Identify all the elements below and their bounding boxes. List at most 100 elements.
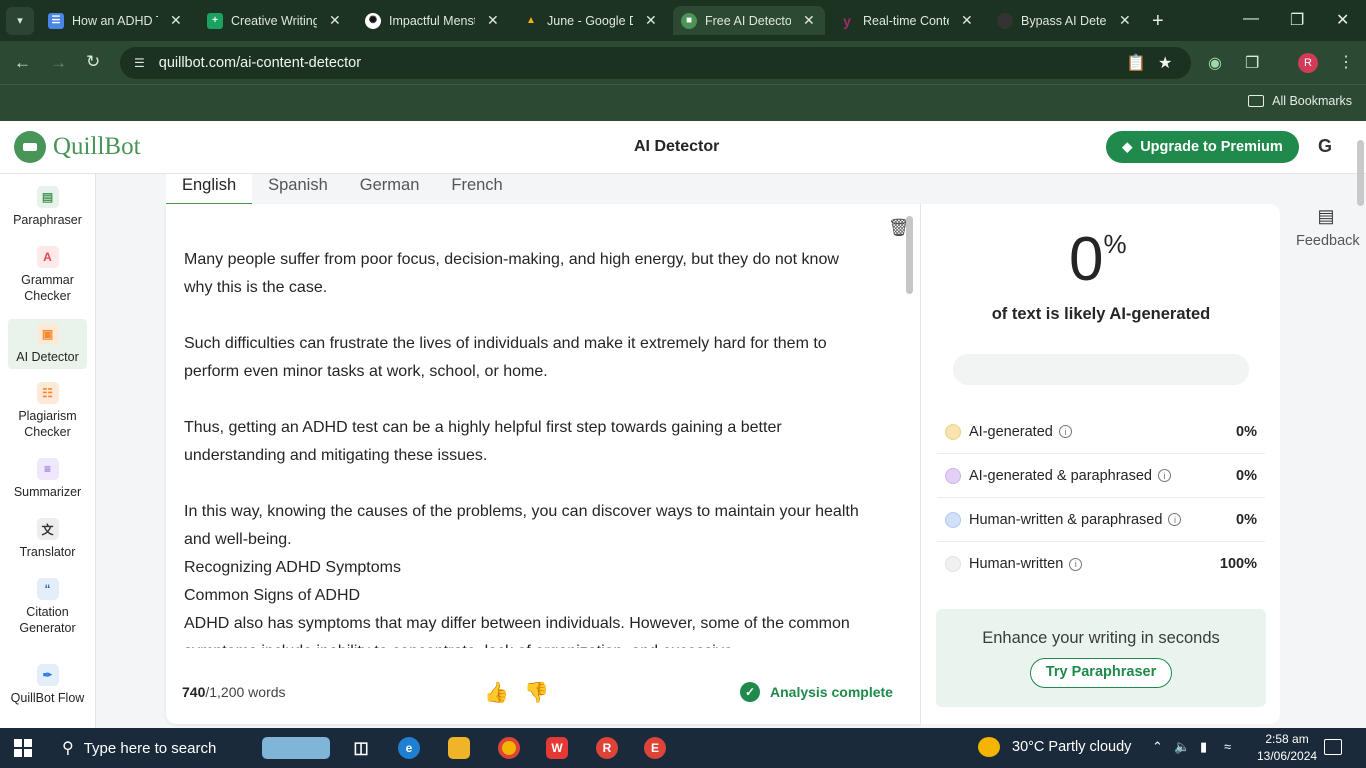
- legend-dot: [945, 467, 961, 484]
- thumbs-down-icon[interactable]: 👎: [524, 680, 549, 705]
- info-icon[interactable]: i: [1168, 513, 1182, 526]
- heading: Recognizing ADHD Symptoms: [184, 559, 401, 576]
- word-counter: 740/1,200 words: [182, 684, 286, 700]
- close-tab-icon[interactable]: ✕: [170, 12, 182, 29]
- browser-tab-active[interactable]: ■ Free AI Detector ✕: [673, 6, 825, 35]
- tab-german[interactable]: German: [344, 174, 436, 205]
- promo-text: Enhance your writing in seconds: [982, 629, 1220, 647]
- sidebar-item-ai-detector[interactable]: ▣ AI Detector: [8, 319, 87, 369]
- row-value: 0%: [1236, 511, 1257, 528]
- profile-avatar[interactable]: R: [1298, 53, 1318, 73]
- percent-sign: %: [1103, 229, 1127, 259]
- sidebar-item-summarizer[interactable]: ≡ Summarizer: [8, 458, 87, 500]
- try-paraphraser-button[interactable]: Try Paraphraser: [1030, 658, 1172, 688]
- minimize-icon[interactable]: —: [1243, 10, 1259, 28]
- text-editor-card: 🗑 Many people suffer from poor focus, de…: [166, 204, 920, 724]
- wps-office-icon[interactable]: W: [546, 737, 568, 759]
- sidebar-item-translator[interactable]: 文 Translator: [8, 518, 87, 560]
- extension-robot-icon[interactable]: ◉: [1208, 53, 1222, 73]
- battery-icon[interactable]: ▮: [1200, 739, 1207, 755]
- ai-percentage: 0%: [1069, 224, 1127, 295]
- paragraph: Many people suffer from poor focus, deci…: [184, 251, 839, 296]
- window-close-icon[interactable]: ✕: [1336, 10, 1349, 30]
- input-text-area[interactable]: Many people suffer from poor focus, deci…: [184, 246, 864, 648]
- taskbar-clock[interactable]: 2:58 am 13/06/2024: [1257, 731, 1317, 765]
- sidebar-item-paraphraser[interactable]: ▤ Paraphraser: [8, 186, 87, 228]
- clipboard-icon[interactable]: 📋: [1126, 53, 1146, 73]
- close-tab-icon[interactable]: ✕: [645, 12, 657, 29]
- edge-icon[interactable]: e: [398, 737, 420, 759]
- feedback-button[interactable]: ▤ Feedback: [1296, 206, 1360, 249]
- sidebar-item-grammar-checker[interactable]: A Grammar Checker: [8, 246, 87, 304]
- translator-icon: 文: [36, 518, 59, 540]
- sidebar-item-citation-generator[interactable]: “ Citation Generator: [8, 578, 87, 636]
- close-tab-icon[interactable]: ✕: [487, 12, 499, 29]
- url-text[interactable]: quillbot.com/ai-content-detector: [159, 55, 361, 71]
- restore-icon[interactable]: ❐: [1290, 10, 1304, 30]
- google-drive-icon: ▲: [526, 15, 536, 26]
- sidebar-item-label: AI Detector: [16, 350, 79, 364]
- tab-title: How an ADHD Te: [72, 13, 158, 28]
- chrome-profile-r-icon[interactable]: R: [596, 737, 618, 759]
- sidebar-item-plagiarism-checker[interactable]: ☷ Plagiarism Checker: [8, 382, 87, 440]
- quillbot-logo[interactable]: QuillBot: [14, 131, 141, 163]
- close-tab-icon[interactable]: ✕: [961, 12, 973, 29]
- grammar-icon: A: [36, 246, 59, 268]
- tab-title: Real-time Conte: [863, 13, 949, 28]
- tab-search-chevron-icon[interactable]: ▾: [6, 6, 34, 35]
- reload-icon[interactable]: ↻: [86, 52, 100, 72]
- row-value: 100%: [1219, 556, 1257, 572]
- tab-english[interactable]: English: [166, 174, 253, 205]
- browser-menu-icon[interactable]: ⋮: [1338, 52, 1354, 72]
- forward-arrow-icon[interactable]: →: [50, 53, 67, 73]
- close-tab-icon[interactable]: ✕: [803, 12, 815, 29]
- browser-tab[interactable]: ☰ How an ADHD Te ✕: [48, 6, 182, 35]
- site-info-icon[interactable]: ☰: [134, 56, 145, 70]
- file-explorer-icon[interactable]: [448, 737, 470, 759]
- sidebar-item-label: Summarizer: [13, 485, 82, 499]
- tray-chevron-icon[interactable]: ⌃: [1152, 739, 1163, 755]
- weather-widget[interactable]: 30°C Partly cloudy: [978, 737, 1131, 757]
- task-view-icon[interactable]: ◫: [350, 737, 372, 759]
- tab-french[interactable]: French: [435, 174, 518, 205]
- paragraph: Such difficulties can frustrate the live…: [184, 335, 827, 380]
- extensions-puzzle-icon[interactable]: ❐: [1245, 53, 1259, 73]
- thumbs-up-icon[interactable]: 👍: [484, 680, 509, 705]
- back-arrow-icon[interactable]: ←: [14, 53, 31, 73]
- close-tab-icon[interactable]: ✕: [329, 12, 341, 29]
- info-icon[interactable]: i: [1058, 425, 1072, 438]
- tab-spanish[interactable]: Spanish: [252, 174, 344, 205]
- info-icon[interactable]: i: [1158, 469, 1171, 482]
- editor-scrollbar[interactable]: [906, 216, 913, 294]
- browser-tab[interactable]: Bypass AI Detect ✕: [997, 6, 1131, 35]
- browser-tab[interactable]: y Real-time Conte ✕: [839, 6, 973, 35]
- all-bookmarks-button[interactable]: All Bookmarks: [1248, 94, 1352, 108]
- breakdown-list: AI-generated i 0% AI-generated & paraphr…: [937, 410, 1265, 586]
- info-icon[interactable]: i: [1069, 557, 1083, 571]
- account-avatar[interactable]: G: [1318, 136, 1332, 157]
- notifications-icon[interactable]: [1324, 739, 1342, 755]
- chatgpt-icon: ✺: [365, 12, 381, 29]
- legend-dot: [945, 556, 961, 572]
- google-docs-icon: ☰: [48, 12, 64, 29]
- browser-tab[interactable]: ▲ June - Google D ✕: [523, 6, 657, 35]
- search-highlight-icon[interactable]: [262, 737, 330, 759]
- sidebar-item-quillbot-flow[interactable]: ✒ QuillBot Flow: [8, 664, 87, 706]
- volume-icon[interactable]: 🔈: [1174, 739, 1190, 755]
- paragraph: [184, 386, 864, 414]
- bookmark-star-icon[interactable]: ★: [1158, 53, 1172, 73]
- upgrade-premium-button[interactable]: ◆ Upgrade to Premium: [1106, 131, 1299, 163]
- new-tab-plus-icon[interactable]: +: [1152, 10, 1164, 33]
- wifi-icon[interactable]: ≈: [1224, 739, 1231, 754]
- address-bar[interactable]: ☰ quillbot.com/ai-content-detector 📋 ★: [120, 47, 1191, 79]
- paraphraser-icon: ▤: [36, 186, 59, 208]
- flow-icon: ✒: [36, 664, 59, 686]
- windows-start-icon[interactable]: [14, 739, 32, 757]
- chrome-icon[interactable]: [498, 737, 520, 759]
- chrome-profile-e-icon[interactable]: E: [644, 737, 666, 759]
- browser-tab[interactable]: + Creative Writing ✕: [207, 6, 341, 35]
- close-tab-icon[interactable]: ✕: [1119, 12, 1131, 29]
- page-scrollbar[interactable]: [1357, 140, 1364, 206]
- browser-tab[interactable]: ✺ Impactful Menst ✕: [365, 6, 499, 35]
- row-label: Human-written: [969, 556, 1064, 572]
